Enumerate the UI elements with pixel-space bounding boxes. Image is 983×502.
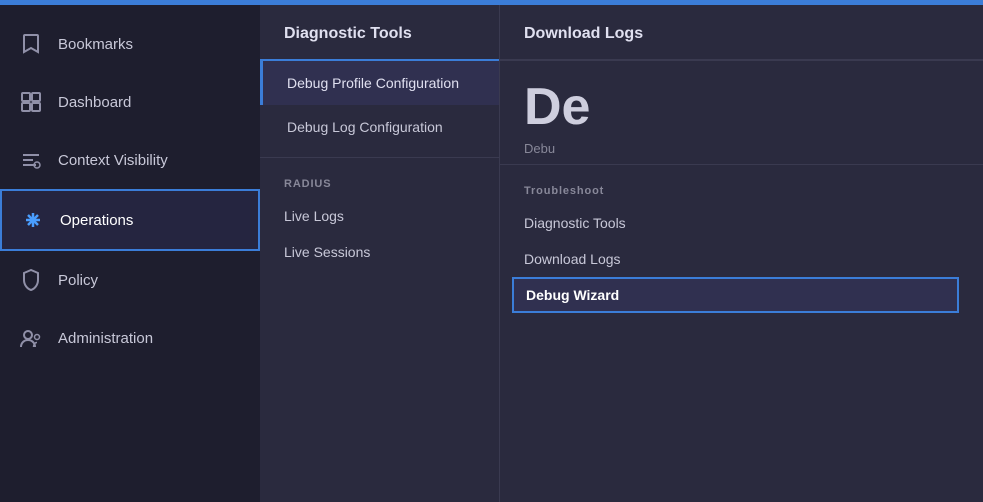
main-content: Diagnostic Tools Debug Profile Configura…	[260, 5, 983, 502]
section-separator	[260, 157, 499, 158]
menu-item-debug-profile[interactable]: Debug Profile Configuration	[260, 61, 499, 105]
section-separator-2	[500, 164, 983, 165]
download-logs-header: Download Logs	[500, 5, 983, 59]
sidebar-item-label: Dashboard	[58, 94, 131, 111]
sidebar-item-label: Operations	[60, 212, 133, 229]
large-text-de: De	[500, 61, 983, 137]
diagnostic-tools-header: Diagnostic Tools	[260, 5, 499, 59]
sidebar-item-dashboard[interactable]: Dashboard	[0, 73, 260, 131]
col-diagnostic: Diagnostic Tools Debug Profile Configura…	[260, 5, 500, 502]
sidebar-item-context-visibility[interactable]: Context Visibility	[0, 131, 260, 189]
sidebar-item-operations[interactable]: Operations	[0, 189, 260, 251]
admin-icon	[20, 327, 42, 349]
sidebar-item-administration[interactable]: Administration	[0, 309, 260, 367]
small-label-debu: Debu	[500, 137, 983, 156]
operations-icon	[22, 209, 44, 231]
dashboard-icon	[20, 91, 42, 113]
col-download: Download Logs De Debu Troubleshoot Diagn…	[500, 5, 983, 502]
policy-icon	[20, 269, 42, 291]
context-icon	[20, 149, 42, 171]
menu-item-live-sessions[interactable]: Live Sessions	[284, 234, 475, 270]
sidebar-item-label: Policy	[58, 272, 98, 289]
radius-header: RADIUS	[284, 178, 475, 190]
sidebar-item-label: Bookmarks	[58, 36, 133, 53]
bookmark-icon	[20, 33, 42, 55]
troubleshoot-item-diagnostic[interactable]: Diagnostic Tools	[524, 205, 959, 241]
sidebar-item-policy[interactable]: Policy	[0, 251, 260, 309]
troubleshoot-item-debug-wizard[interactable]: Debug Wizard	[512, 277, 959, 313]
radius-section: RADIUS Live Logs Live Sessions	[260, 166, 499, 278]
sidebar: Bookmarks Dashboard Context Visibility	[0, 5, 260, 502]
menu-item-debug-log[interactable]: Debug Log Configuration	[260, 105, 499, 149]
menu-item-live-logs[interactable]: Live Logs	[284, 198, 475, 234]
sidebar-item-label: Administration	[58, 330, 153, 347]
troubleshoot-header: Troubleshoot	[524, 185, 959, 197]
sidebar-item-label: Context Visibility	[58, 152, 168, 169]
troubleshoot-section: Troubleshoot Diagnostic Tools Download L…	[500, 173, 983, 321]
troubleshoot-item-download-logs[interactable]: Download Logs	[524, 241, 959, 277]
sidebar-item-bookmarks[interactable]: Bookmarks	[0, 15, 260, 73]
dropdown-panel: Diagnostic Tools Debug Profile Configura…	[260, 5, 983, 502]
